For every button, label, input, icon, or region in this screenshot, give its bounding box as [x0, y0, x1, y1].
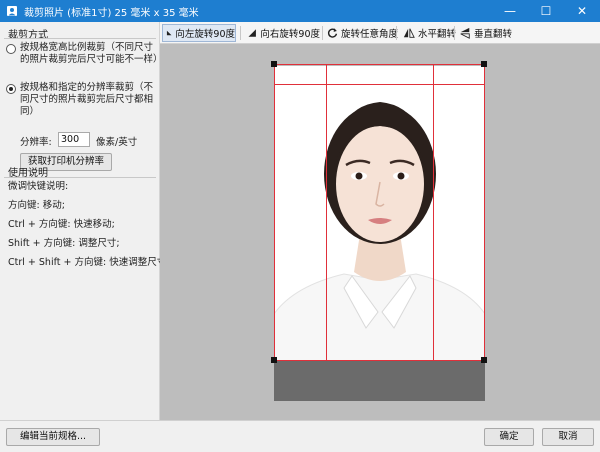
help-line: Ctrl + Shift + 方向键: 快速调整尺寸。 [8, 257, 176, 268]
crop-guide-horizontal [274, 84, 485, 85]
rotate-right-button[interactable]: 向右旋转90度 [244, 24, 320, 42]
ok-button[interactable]: 确定 [484, 428, 534, 446]
crop-mode-divider [4, 38, 156, 39]
flip-vertical-button[interactable]: 垂直翻转 [456, 24, 512, 42]
toolbar-separator [322, 26, 323, 40]
crop-border-right[interactable] [484, 64, 485, 361]
resolution-label: 分辨率: [20, 137, 52, 148]
crop-handle-bottom-left[interactable] [271, 357, 277, 363]
edit-spec-button[interactable]: 编辑当前规格... [6, 428, 100, 446]
crop-border-top[interactable] [274, 64, 485, 65]
flip-vertical-label: 垂直翻转 [473, 29, 512, 40]
crop-photo-icon [7, 6, 17, 16]
dialog-footer: 编辑当前规格... 确定 取消 [0, 420, 600, 452]
toolbar-separator [396, 26, 397, 40]
radio-resolution-indicator[interactable] [6, 84, 16, 94]
portrait-photo [274, 66, 485, 361]
toolbar-separator [240, 26, 241, 40]
portrait-illustration [274, 66, 485, 361]
rotate-left-icon [166, 30, 172, 36]
resolution-input[interactable]: 300 [58, 132, 90, 147]
rotate-left-button[interactable]: 向左旋转90度 [162, 24, 236, 42]
rotate-any-button[interactable]: 旋转任意角度 [324, 24, 398, 42]
rotate-right-label: 向右旋转90度 [260, 29, 320, 40]
minimize-button[interactable]: — [492, 0, 528, 22]
rotate-left-label: 向左旋转90度 [175, 29, 235, 40]
flip-vertical-icon [460, 27, 470, 39]
crop-guide-vertical-left [326, 64, 327, 361]
crop-handle-top-left[interactable] [271, 61, 277, 67]
crop-border-left[interactable] [274, 64, 275, 361]
radio-option-ratio[interactable]: 按规格宽高比例裁剪（不同尺寸的照片裁剪完后尺寸可能不一样） [6, 42, 163, 68]
crop-guide-vertical-right [433, 64, 434, 361]
help-line: Ctrl + 方向键: 快速移动; [8, 219, 115, 230]
crop-handle-top-right[interactable] [481, 61, 487, 67]
resolution-unit-label: 像素/英寸 [96, 137, 138, 148]
rotate-any-icon [327, 28, 338, 38]
toolbar-separator [454, 26, 455, 40]
radio-resolution-label: 按规格和指定的分辨率裁剪（不同尺寸的照片裁剪完后尺寸都相同） [20, 82, 154, 117]
cancel-button[interactable]: 取消 [542, 428, 594, 446]
help-line: Shift + 方向键: 调整尺寸; [8, 238, 120, 249]
radio-option-resolution[interactable]: 按规格和指定的分辨率裁剪（不同尺寸的照片裁剪完后尺寸都相同） [6, 82, 156, 117]
maximize-button[interactable]: ☐ [528, 0, 564, 22]
crop-handle-bottom-right[interactable] [481, 357, 487, 363]
crop-border-bottom[interactable] [274, 360, 485, 361]
outside-crop-mask [274, 361, 485, 401]
radio-ratio-label: 按规格宽高比例裁剪（不同尺寸的照片裁剪完后尺寸可能不一样） [20, 42, 163, 65]
title-bar: 裁剪照片 (标准1寸) 25 毫米 x 35 毫米 — ☐ ✕ [0, 0, 600, 22]
flip-horizontal-label: 水平翻转 [417, 29, 456, 40]
rotate-right-icon [248, 29, 256, 37]
toolbar: 向左旋转90度 向右旋转90度 旋转任意角度 水平翻转 垂直翻转 [160, 22, 600, 44]
radio-ratio-indicator[interactable] [6, 44, 16, 54]
instructions-label: 使用说明 [8, 168, 48, 179]
flip-horizontal-button[interactable]: 水平翻转 [400, 24, 456, 42]
flip-horizontal-icon [403, 28, 415, 38]
help-line: 微调快键说明: [8, 181, 69, 192]
help-line: 方向键: 移动; [8, 200, 65, 211]
close-window-button[interactable]: ✕ [564, 0, 600, 22]
rotate-any-label: 旋转任意角度 [340, 29, 398, 40]
settings-panel: 裁剪方式 按规格宽高比例裁剪（不同尺寸的照片裁剪完后尺寸可能不一样） 按规格和指… [0, 22, 176, 420]
window-title: 裁剪照片 (标准1寸) 25 毫米 x 35 毫米 [24, 8, 199, 19]
crop-canvas[interactable] [160, 44, 600, 420]
